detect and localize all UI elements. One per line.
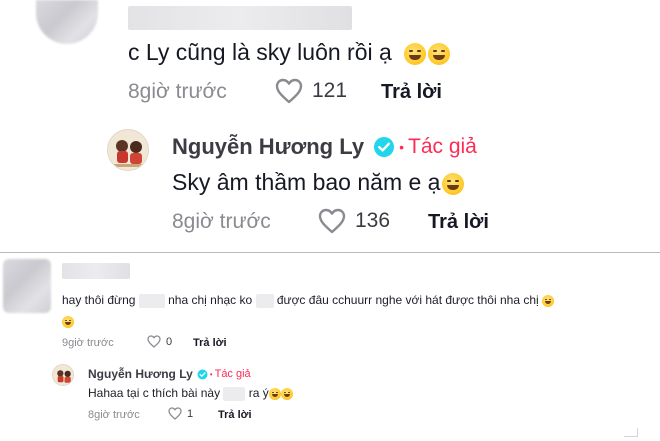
commenter-name-blurred[interactable] bbox=[128, 6, 352, 30]
author-tag-bullet: • bbox=[399, 139, 404, 155]
verified-badge-icon bbox=[374, 137, 395, 157]
laughing-emoji-icon bbox=[542, 294, 555, 307]
grinning-emoji-icon bbox=[280, 387, 293, 400]
reply-to-reply-button[interactable]: Trả lời bbox=[218, 408, 252, 422]
reply-like-count: 1 bbox=[187, 407, 194, 420]
author-photo bbox=[53, 365, 73, 385]
censored-word bbox=[223, 386, 246, 401]
reply-like-button[interactable]: 1 bbox=[168, 407, 193, 420]
like-button[interactable]: 121 bbox=[275, 78, 347, 104]
commenter-avatar-blurred[interactable] bbox=[3, 259, 51, 313]
reply-body: Sky âm thầm bao năm e ạ bbox=[172, 168, 465, 196]
commenter-avatar-blurred[interactable] bbox=[36, 0, 98, 44]
reply-time: 8giờ trước bbox=[172, 210, 271, 233]
watermark-mark bbox=[624, 428, 638, 437]
heart-outline-icon bbox=[168, 407, 182, 420]
laughing-emoji-icon bbox=[62, 315, 74, 328]
reply-to-reply-button[interactable]: Trả lời bbox=[428, 210, 489, 234]
grinning-emoji-icon bbox=[268, 387, 281, 400]
reply-body: Hahaa tại c thích bài này ra ý bbox=[88, 386, 293, 401]
reply-text-part-1: Hahaa tại c thích bài này bbox=[88, 386, 221, 400]
reply-text: Sky âm thầm bao năm e ạ bbox=[172, 169, 441, 195]
heart-outline-icon bbox=[318, 208, 346, 234]
comment-body-line-2 bbox=[62, 313, 74, 331]
author-name[interactable]: Nguyễn Hương Ly bbox=[172, 134, 364, 160]
reply-text-part-2: ra ý bbox=[248, 386, 269, 400]
comment-time: 9giờ trước bbox=[62, 337, 114, 349]
comment-body: hay thôi đừng nha chị nhạc ko được đâu c… bbox=[62, 293, 555, 308]
author-photo bbox=[108, 130, 148, 170]
grinning-emoji-icon bbox=[404, 42, 427, 65]
comment-text-part-1: hay thôi đừng bbox=[62, 293, 136, 307]
screenshot-divider bbox=[0, 252, 660, 253]
comment-text-part-3: được đâu cchuurr nghe với hát được thôi … bbox=[276, 293, 539, 307]
author-header: Nguyễn Hương Ly • Tác giả bbox=[88, 367, 251, 381]
author-tag: Tác giả bbox=[214, 368, 251, 380]
like-button[interactable]: 0 bbox=[147, 335, 172, 348]
reply-button[interactable]: Trả lời bbox=[193, 336, 227, 350]
reply-like-button[interactable]: 136 bbox=[318, 208, 390, 234]
author-header: Nguyễn Hương Ly • Tác giả bbox=[172, 134, 477, 160]
reply-button[interactable]: Trả lời bbox=[381, 80, 442, 104]
grinning-emoji-icon bbox=[428, 42, 451, 65]
comment-text-part-2: nha chị nhạc ko bbox=[168, 293, 253, 307]
reply-time: 8giờ trước bbox=[88, 409, 140, 421]
author-avatar[interactable] bbox=[107, 129, 149, 171]
heart-outline-icon bbox=[147, 335, 161, 348]
like-count: 121 bbox=[312, 79, 348, 102]
reply-like-count: 136 bbox=[355, 209, 391, 232]
author-tag: Tác giả bbox=[408, 135, 477, 158]
comment-time: 8giờ trước bbox=[128, 80, 227, 103]
censored-word bbox=[255, 293, 274, 308]
comment-body: c Ly cũng là sky luôn rồi ạ bbox=[128, 38, 451, 66]
like-count: 0 bbox=[166, 335, 173, 348]
censored-word bbox=[138, 293, 165, 308]
laughing-emoji-icon bbox=[442, 172, 465, 195]
verified-badge-icon bbox=[197, 369, 208, 379]
comment-text: c Ly cũng là sky luôn rồi ạ bbox=[128, 39, 392, 65]
author-avatar[interactable] bbox=[52, 364, 74, 386]
author-name[interactable]: Nguyễn Hương Ly bbox=[88, 367, 193, 381]
heart-outline-icon bbox=[275, 78, 303, 104]
commenter-name-blurred[interactable] bbox=[62, 263, 130, 279]
author-tag-bullet: • bbox=[209, 369, 213, 379]
